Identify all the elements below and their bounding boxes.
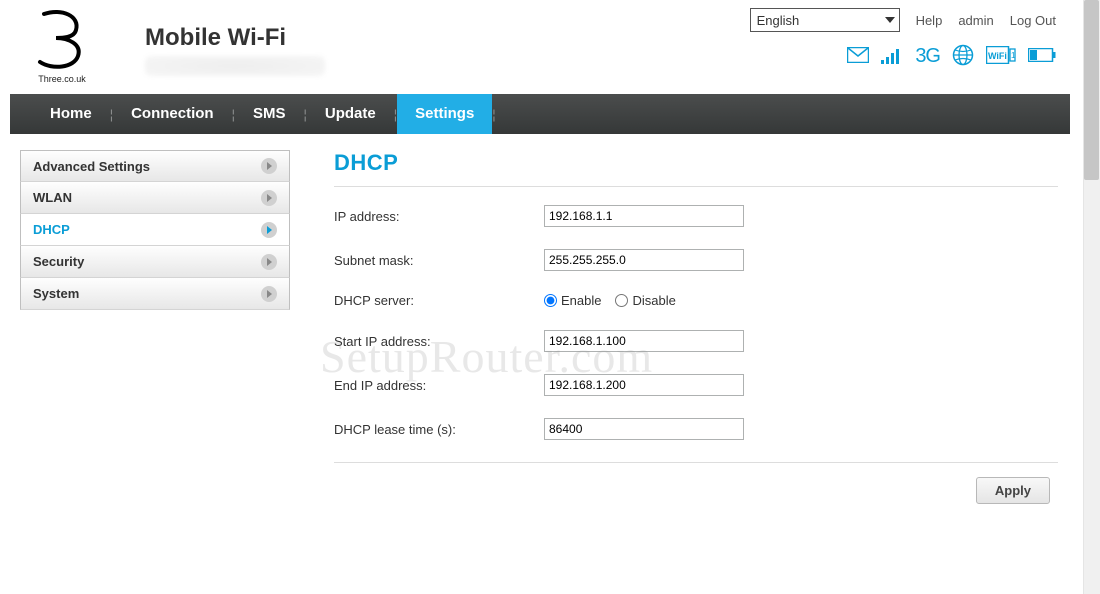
scrollbar-track[interactable] — [1083, 0, 1100, 594]
user-link[interactable]: admin — [958, 13, 993, 28]
globe-icon — [952, 44, 974, 69]
battery-icon — [1028, 48, 1056, 65]
sidebar-item-advanced[interactable]: Advanced Settings — [20, 150, 290, 182]
end-ip-label: End IP address: — [334, 378, 544, 393]
sidebar-item-dhcp[interactable]: DHCP — [20, 214, 290, 246]
chevron-right-icon — [261, 190, 277, 206]
nav-connection[interactable]: Connection — [113, 94, 232, 134]
language-select[interactable]: English — [750, 8, 900, 32]
lease-time-input[interactable] — [544, 418, 744, 440]
status-icons: 3G WiFi 1 — [847, 44, 1056, 69]
apply-button[interactable]: Apply — [976, 477, 1050, 504]
help-link[interactable]: Help — [916, 13, 943, 28]
sidebar-item-label: Security — [33, 254, 84, 269]
signal-icon — [881, 46, 903, 67]
settings-sidebar: Advanced Settings WLAN DHCP Security Sys… — [20, 150, 290, 504]
chevron-right-icon — [261, 286, 277, 302]
sidebar-item-security[interactable]: Security — [20, 246, 290, 278]
dhcp-enable-radio[interactable]: Enable — [544, 293, 601, 308]
header: Three.co.uk Mobile Wi-Fi English Help ad… — [10, 0, 1070, 94]
dhcp-form: IP address: Subnet mask: DHCP server: En… — [334, 205, 1058, 504]
scrollbar-thumb[interactable] — [1084, 0, 1099, 180]
dhcp-disable-radio[interactable]: Disable — [615, 293, 675, 308]
logout-link[interactable]: Log Out — [1010, 13, 1056, 28]
nav-settings[interactable]: Settings — [397, 94, 492, 134]
ip-address-input[interactable] — [544, 205, 744, 227]
mail-icon[interactable] — [847, 47, 869, 66]
language-value: English — [757, 13, 800, 28]
start-ip-label: Start IP address: — [334, 334, 544, 349]
dhcp-server-label: DHCP server: — [334, 293, 544, 308]
nav-home[interactable]: Home — [32, 94, 110, 134]
brand-logo: Three.co.uk — [22, 6, 102, 87]
end-ip-input[interactable] — [544, 374, 744, 396]
nav-sms[interactable]: SMS — [235, 94, 304, 134]
sidebar-item-system[interactable]: System — [20, 278, 290, 310]
ip-address-label: IP address: — [334, 209, 544, 224]
masked-subtitle — [145, 56, 325, 76]
main-nav: Home ¦ Connection ¦ SMS ¦ Update ¦ Setti… — [10, 94, 1070, 134]
wifi-clients-icon: WiFi 1 — [986, 46, 1016, 67]
main-panel: DHCP IP address: Subnet mask: DHCP serve… — [290, 150, 1070, 504]
divider — [334, 462, 1058, 463]
chevron-right-icon — [261, 158, 277, 174]
sidebar-item-label: WLAN — [33, 190, 72, 205]
svg-text:1: 1 — [1011, 51, 1016, 60]
nav-update[interactable]: Update — [307, 94, 394, 134]
subnet-mask-label: Subnet mask: — [334, 253, 544, 268]
sidebar-item-wlan[interactable]: WLAN — [20, 182, 290, 214]
svg-text:Three.co.uk: Three.co.uk — [38, 74, 86, 84]
dropdown-arrow-icon — [885, 17, 895, 23]
start-ip-input[interactable] — [544, 330, 744, 352]
sidebar-item-label: DHCP — [33, 222, 70, 237]
subnet-mask-input[interactable] — [544, 249, 744, 271]
top-right-bar: English Help admin Log Out — [750, 8, 1056, 32]
network-mode-label: 3G — [915, 45, 940, 68]
brand-title: Mobile Wi-Fi — [145, 24, 286, 52]
sidebar-item-label: System — [33, 286, 79, 301]
page-title: DHCP — [334, 150, 1058, 187]
chevron-right-icon — [261, 222, 277, 238]
lease-time-label: DHCP lease time (s): — [334, 422, 544, 437]
chevron-right-icon — [261, 254, 277, 270]
sidebar-item-label: Advanced Settings — [33, 159, 150, 174]
svg-text:WiFi: WiFi — [988, 51, 1007, 61]
